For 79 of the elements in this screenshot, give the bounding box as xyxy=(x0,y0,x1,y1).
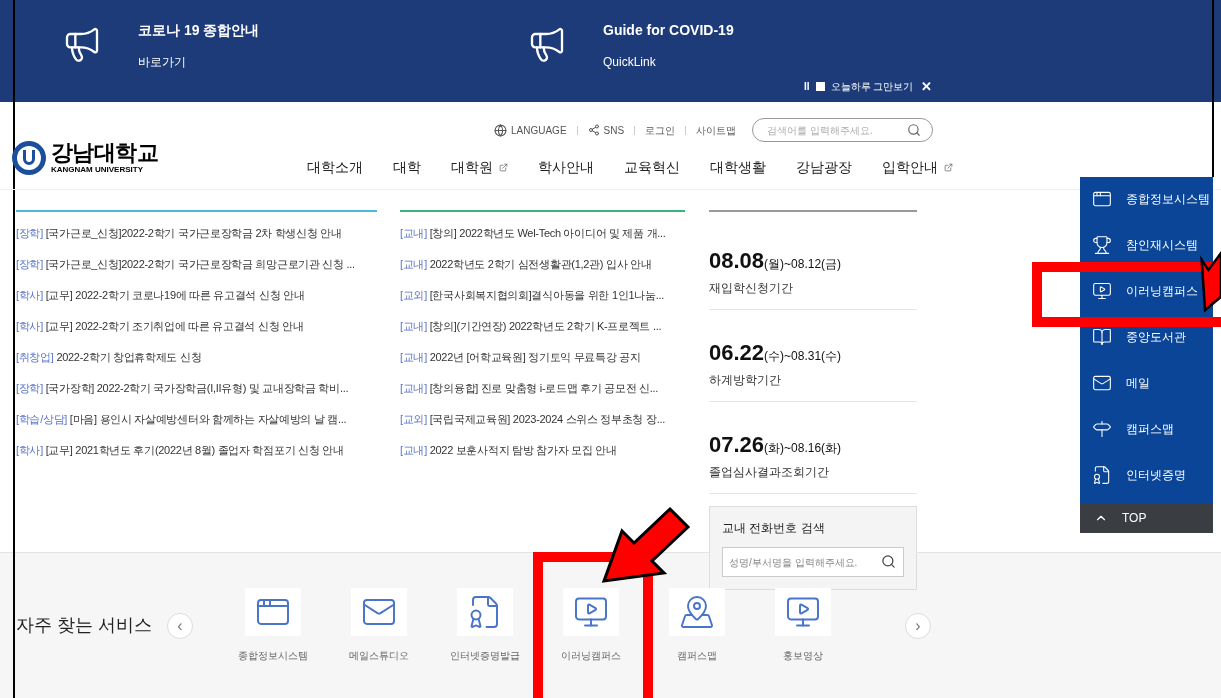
list-item-link[interactable]: [장학] [국가근로_신청]2022-2학기 국가근로장학금 희망근로기관 신청 ... xyxy=(16,255,355,273)
nav-link[interactable]: 대학생활 xyxy=(710,157,766,178)
utility-link[interactable]: 사이트맵 xyxy=(696,122,737,138)
quick-menu-item[interactable]: 이러닝캠퍼스 xyxy=(1092,279,1198,303)
close-button[interactable]: ✕ xyxy=(921,77,933,97)
list-item-link[interactable]: [취창업] 2022-2학기 창업휴학제도 신청 xyxy=(16,348,202,366)
utility-link[interactable]: 로그인 xyxy=(645,122,676,138)
external-link-icon xyxy=(499,163,508,172)
logo-subtitle: KANGNAM UNIVERSITY xyxy=(51,166,144,174)
list-item-link[interactable]: [교내] 2022 보훈사적지 탐방 참가자 모집 안내 xyxy=(400,441,617,459)
pause-button[interactable]: II xyxy=(804,79,810,95)
trophy-icon xyxy=(1092,235,1112,255)
quick-menu-item[interactable]: 메일 xyxy=(1092,371,1150,395)
list-item-link[interactable]: [교외] [한국사회복지협의회]결식아동을 위한 1인1나눔... xyxy=(400,286,664,304)
schedule-label: 하계방학기간 xyxy=(709,372,782,389)
nav-link[interactable]: 학사안내 xyxy=(538,157,594,178)
window-icon xyxy=(1092,189,1112,209)
signpost-icon xyxy=(1092,419,1112,439)
list-item-link[interactable]: [교내] 2022년 [어학교육원] 정기토익 무료특강 공지 xyxy=(400,348,641,366)
map-pin-icon xyxy=(679,594,715,630)
quick-menu-item[interactable]: 인터넷증명 xyxy=(1092,463,1186,487)
university-emblem xyxy=(11,140,47,176)
quick-menu-item[interactable]: 참인재시스템 xyxy=(1092,233,1198,257)
external-link-icon xyxy=(944,163,953,172)
list-item-link[interactable]: [교내] [창의융합] 진로 맞춤형 i-로드맵 후기 공모전 신... xyxy=(400,379,659,397)
monitor-icon xyxy=(1092,281,1112,301)
quick-menu-item[interactable]: 종합정보시스템 xyxy=(1092,187,1210,211)
previous-button[interactable]: ‹ xyxy=(167,612,193,639)
utility-link[interactable]: LANGUAGE xyxy=(494,122,567,138)
envelope-icon xyxy=(1092,373,1112,393)
schedule-date: 06.22(수)~08.31(수) xyxy=(709,339,842,367)
logo-name: 강남대학교 xyxy=(51,142,159,164)
list-item-link[interactable]: [학사] [교무] 2022-2학기 코로나19에 따른 유고결석 신청 안내 xyxy=(16,286,305,304)
search-field[interactable]: 검색어를 입력해주세요. xyxy=(752,118,934,142)
nav-link[interactable]: 교육혁신 xyxy=(624,157,680,178)
banner-title: Guide for COVID-19 xyxy=(603,21,734,40)
nav-link[interactable]: 대학 xyxy=(393,157,421,178)
list-item-link[interactable]: [교외] [국립국제교육원] 2023-2024 스위스 정부초청 장... xyxy=(400,410,665,428)
book-icon xyxy=(1092,327,1112,347)
service-item[interactable]: 메일스튜디오 xyxy=(329,588,429,663)
next-button[interactable]: › xyxy=(905,612,931,639)
services-title: 자주 찾는 서비스 xyxy=(16,614,152,637)
service-item[interactable]: 인터넷증명발급 xyxy=(435,588,535,663)
utility-link[interactable]: SNS xyxy=(587,122,625,138)
list-item-link[interactable]: [학습/상담] [마음] 용인시 자살예방센터와 함께하는 자살예방의 날 캠... xyxy=(16,410,347,428)
service-item[interactable]: 이러닝캠퍼스 xyxy=(541,588,641,663)
service-item[interactable]: 홍보영상 xyxy=(753,588,853,663)
nav-link[interactable]: 입학안내 xyxy=(882,157,953,178)
stop-label: 오늘하루 그만보기 xyxy=(830,80,914,95)
top-button[interactable]: TOP xyxy=(1080,503,1213,533)
schedule-label: 졸업심사결과조회기간 xyxy=(709,464,830,481)
nav-link[interactable]: 강남광장 xyxy=(796,157,852,178)
service-item[interactable]: 캠퍼스맵 xyxy=(647,588,747,663)
schedule-date: 07.26(화)~08.16(화) xyxy=(709,431,842,459)
phone-search-title: 교내 전화번호 검색 xyxy=(722,520,826,537)
banner-link[interactable]: QuickLink xyxy=(603,53,734,71)
nav-link[interactable]: 대학원 xyxy=(451,157,508,178)
schedule-date: 08.08(월)~08.12(금) xyxy=(709,247,842,275)
banner-title: 코로나 19 종합안내 xyxy=(138,21,260,40)
share-icon xyxy=(587,124,600,136)
list-item-link[interactable]: [장학] [국가근로_신청]2022-2학기 국가근로장학금 2차 학생신청 안내 xyxy=(16,224,342,242)
list-item-link[interactable]: [교내] 2022학년도 2학기 심전생활관(1,2관) 입사 안내 xyxy=(400,255,652,273)
service-item[interactable]: 종합정보시스템 xyxy=(223,588,323,663)
banner-link[interactable]: 바로가기 xyxy=(138,53,260,71)
list-item-link[interactable]: [장학] [국가장학] 2022-2학기 국가장학금(I,II유형) 및 교내장학금 학비... xyxy=(16,379,349,397)
search-icon xyxy=(907,123,922,137)
stop-checkbox[interactable] xyxy=(815,82,825,92)
document-icon xyxy=(1092,465,1112,485)
list-item-link[interactable]: [교내] [창의] 2022학년도 Wel-Tech 아이디어 및 제품 개... xyxy=(400,224,666,242)
quick-menu-item[interactable]: 캠퍼스맵 xyxy=(1092,417,1174,441)
quick-menu-item[interactable]: 중앙도서관 xyxy=(1092,325,1186,349)
nav-link[interactable]: 대학소개 xyxy=(307,157,363,178)
list-item-link[interactable]: [교내] [창의](기간연장) 2022학년도 2학기 K-프로젝트 ... xyxy=(400,317,662,335)
search-icon xyxy=(881,554,896,569)
list-item-link[interactable]: [학사] [교무] 2021학년도 후기(2022년 8월) 졸업자 학점포기 신청 안내 xyxy=(16,441,344,459)
phone-search-field[interactable]: 성명/부서명을 입력해주세요. xyxy=(722,547,904,577)
schedule-label: 재입학신청기간 xyxy=(709,280,794,297)
globe-icon xyxy=(494,123,507,137)
list-item-link[interactable]: [학사] [교무] 2022-2학기 조기취업에 따른 유고결석 신청 안내 xyxy=(16,317,304,335)
